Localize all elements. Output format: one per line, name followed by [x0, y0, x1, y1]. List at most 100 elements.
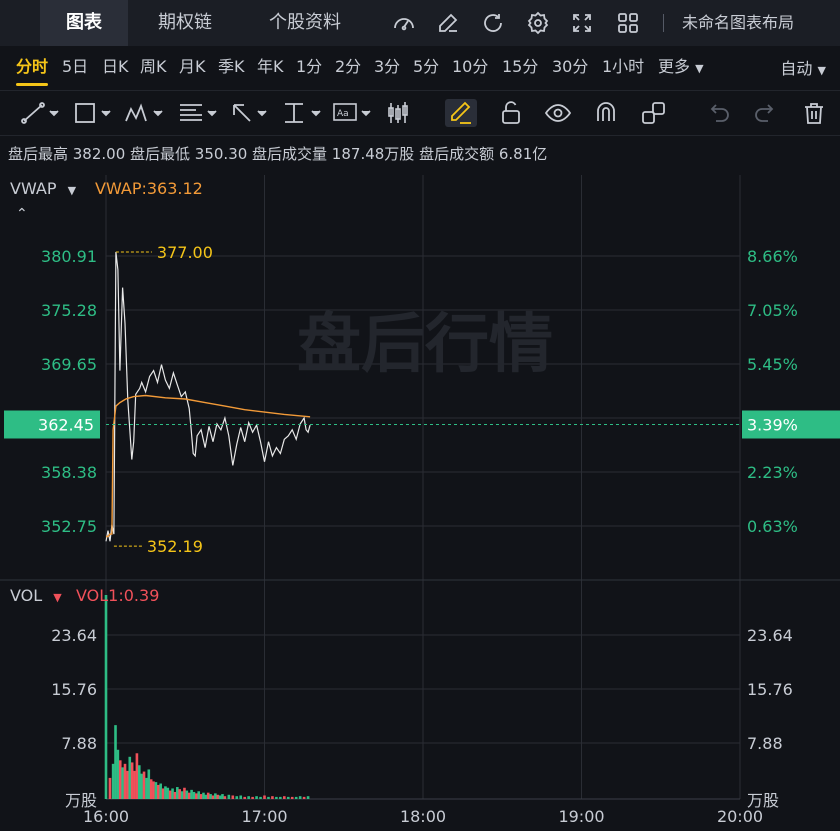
volume-bar: [145, 777, 148, 799]
time-axis-tick: 17:00: [241, 807, 287, 826]
volume-bar: [204, 794, 208, 799]
vwap-indicator-name[interactable]: VWAP ▼: [10, 179, 76, 198]
price-axis-tick: 352.75: [41, 517, 97, 536]
percent-axis-tick: 2.23%: [747, 463, 798, 482]
volume-bar: [294, 796, 298, 799]
chart-grid: [0, 175, 840, 800]
vol-name: VOL: [10, 586, 43, 605]
volume-bar: [306, 796, 310, 799]
volume-bar: [214, 793, 217, 799]
volume-axis: 23.64 23.6415.76 15.767.88 7.88万股 万股: [51, 626, 793, 810]
volume-bar: [286, 796, 290, 799]
volume-bar: [123, 763, 127, 799]
volume-bar: [135, 753, 139, 799]
volume-bar: [114, 725, 117, 799]
volume-bar: [185, 790, 189, 799]
volume-bar: [130, 762, 134, 799]
volume-axis-tick-right: 7.88: [747, 734, 783, 753]
volume-bar: [247, 796, 250, 799]
volume-bar: [171, 788, 174, 799]
time-axis-tick: 20:00: [717, 807, 763, 826]
volume-bar: [180, 791, 184, 799]
volume-bar: [161, 788, 165, 799]
caret-down-icon[interactable]: ▼: [53, 591, 61, 604]
volume-bar: [128, 756, 132, 799]
volume-axis-tick-left: 23.64: [51, 626, 97, 645]
volume-bar: [271, 796, 274, 799]
percent-axis-tick: 8.66%: [747, 247, 798, 266]
volume-bar: [149, 779, 153, 799]
volume-bar: [118, 760, 122, 799]
volume-bar: [283, 796, 286, 799]
volume-bar: [121, 767, 124, 799]
volume-bar: [187, 792, 191, 799]
time-axis-tick: 16:00: [83, 807, 129, 826]
watermark: 盘后行情: [297, 308, 553, 382]
volume-bar: [259, 796, 262, 799]
volume-axis-tick-right: 23.64: [747, 626, 793, 645]
volume-bar: [231, 795, 235, 799]
volume-bar: [190, 789, 193, 799]
price-axis-tick: 380.91: [41, 247, 97, 266]
volume-bar: [152, 781, 155, 799]
volume-bar: [178, 789, 182, 799]
percent-axis-tick: 7.05%: [747, 301, 798, 320]
volume-bar: [154, 782, 158, 799]
volume-bar: [302, 796, 306, 799]
volume-bars: [104, 595, 310, 799]
low-marker-label: 352.19: [147, 537, 203, 556]
price-volume-chart[interactable]: 盘后行情 380.91375.28369.65364.01358.38352.7…: [0, 0, 840, 831]
volume-bar: [239, 795, 243, 799]
vwap-indicator-value: VWAP:363.12: [95, 179, 203, 198]
volume-bar: [267, 796, 270, 799]
volume-bar: [235, 796, 239, 799]
percent-axis-tick: 0.63%: [747, 517, 798, 536]
volume-axis-tick-left: 7.88: [61, 734, 97, 753]
high-marker-label: 377.00: [157, 243, 213, 262]
volume-bar: [137, 765, 141, 799]
volume-bar: [166, 787, 170, 799]
vwap-name: VWAP: [10, 179, 57, 198]
volume-bar: [211, 795, 215, 799]
price-axis-tick: 375.28: [41, 301, 97, 320]
volume-bar: [279, 796, 282, 799]
volume-bar: [216, 794, 220, 799]
volume-bar: [126, 770, 129, 799]
vwap-line: [106, 394, 311, 538]
volume-bar: [298, 796, 302, 799]
volume-bar: [243, 796, 246, 799]
caret-down-icon[interactable]: ▼: [68, 184, 76, 197]
volume-bar: [251, 796, 254, 799]
volume-bar: [183, 787, 186, 799]
collapse-chevron-up-icon[interactable]: ⌃: [16, 206, 28, 222]
volume-bar: [195, 793, 198, 799]
volume-bar: [221, 794, 224, 799]
volume-axis-tick-left: 15.76: [51, 680, 97, 699]
current-price-value: 362.45: [38, 416, 94, 435]
volume-bar: [218, 795, 222, 799]
percent-axis-right: 8.66%7.05%5.45%3.84%2.23%0.63%: [747, 247, 798, 536]
volume-bar: [199, 794, 203, 799]
volume-bar: [111, 763, 115, 799]
high-low-markers: 377.00 352.19: [113, 243, 213, 556]
volume-bar: [227, 794, 231, 799]
volume-axis-tick-right: 15.76: [747, 680, 793, 699]
vol-indicator-name[interactable]: VOL ▼: [10, 586, 62, 605]
volume-bar: [255, 796, 258, 799]
time-axis: 16:00 17:00 18:00 19:00 20:00: [83, 807, 763, 826]
volume-bar: [223, 796, 227, 799]
time-axis-tick: 19:00: [558, 807, 604, 826]
current-pct-value: 3.39%: [747, 416, 798, 435]
volume-bar: [202, 792, 205, 799]
volume-bar: [275, 796, 278, 799]
volume-bar: [133, 770, 136, 799]
volume-bar: [209, 794, 212, 799]
volume-bar: [290, 796, 294, 799]
percent-axis-tick: 5.45%: [747, 355, 798, 374]
volume-bar: [108, 777, 112, 799]
volume-bar: [157, 784, 160, 799]
volume-bar: [140, 773, 143, 799]
volume-bar: [168, 790, 172, 799]
volume-bar: [142, 771, 146, 799]
volume-bar: [173, 791, 177, 799]
